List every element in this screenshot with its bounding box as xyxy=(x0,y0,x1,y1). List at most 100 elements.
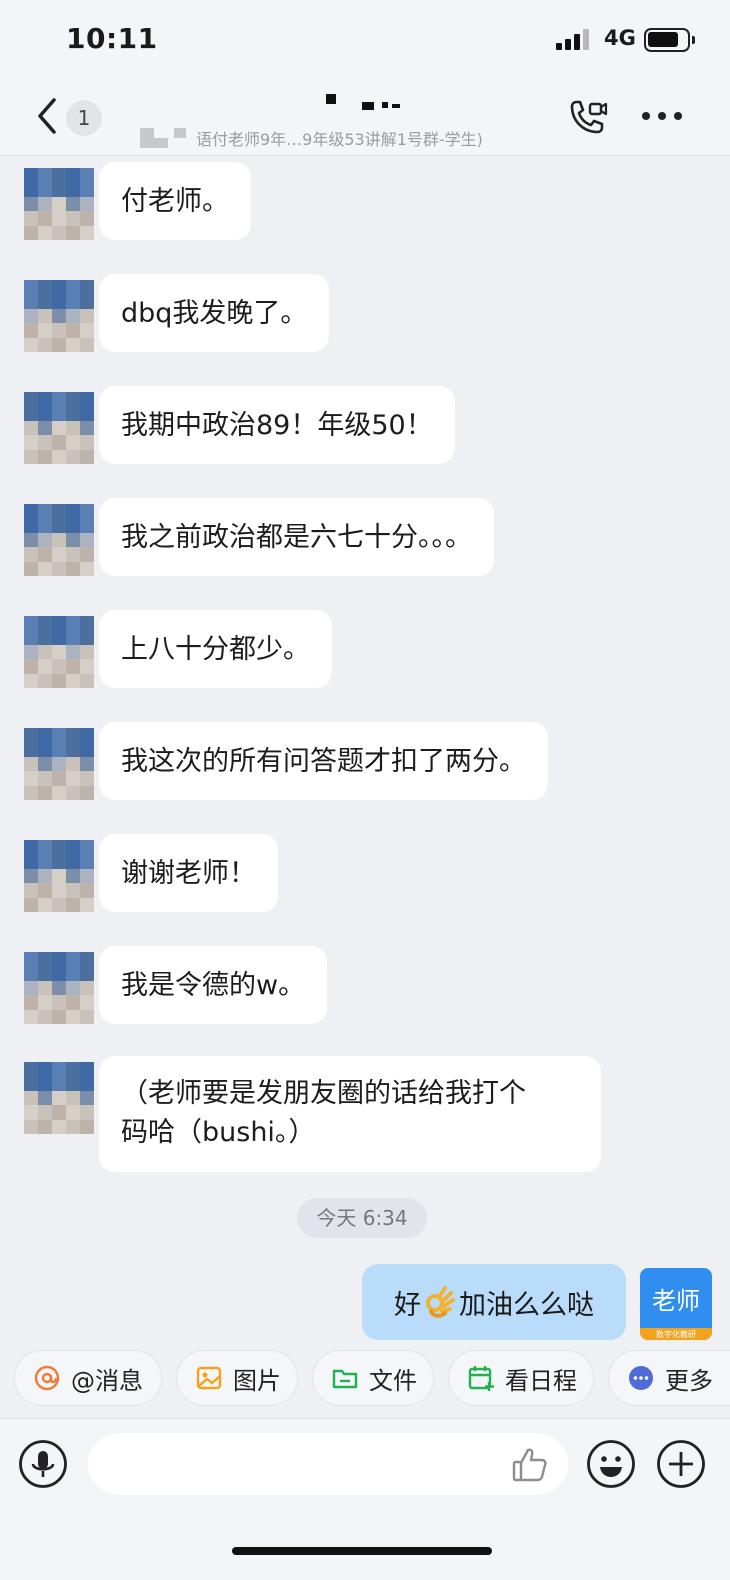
sender-avatar[interactable] xyxy=(24,392,94,464)
avatar-mosaic-tile xyxy=(24,952,38,967)
avatar-mosaic-tile xyxy=(66,337,80,352)
file-button[interactable]: 文件 xyxy=(312,1350,434,1406)
voice-button[interactable] xyxy=(18,1439,68,1489)
sender-avatar[interactable] xyxy=(24,168,94,240)
avatar-mosaic-tile xyxy=(52,659,66,674)
avatar-mosaic-tile xyxy=(80,504,94,519)
message-bubble[interactable]: 我这次的所有问答题才扣了两分。 xyxy=(99,722,548,800)
sender-avatar[interactable] xyxy=(24,280,94,352)
avatar-mosaic-tile xyxy=(24,406,38,421)
chip-label: 看日程 xyxy=(505,1366,577,1395)
image-button[interactable]: 图片 xyxy=(176,1350,298,1406)
message-input[interactable] xyxy=(88,1433,568,1495)
emoji-button[interactable] xyxy=(586,1439,636,1489)
quick-action-bar: @消息 图片 文件 看日程 更多 xyxy=(0,1346,730,1418)
avatar-mosaic-tile xyxy=(66,854,80,869)
avatar-mosaic-tile xyxy=(24,561,38,576)
at-message-button[interactable]: @消息 xyxy=(14,1350,162,1406)
my-message-bubble[interactable]: 好 加油么么哒 xyxy=(362,1264,626,1340)
more-options-button[interactable] xyxy=(642,104,684,124)
sender-avatar[interactable] xyxy=(24,952,94,1024)
message-bubble[interactable]: 我之前政治都是六七十分。。。 xyxy=(99,498,494,576)
avatar-mosaic-tile xyxy=(66,561,80,576)
sender-avatar[interactable] xyxy=(24,840,94,912)
avatar-mosaic-tile xyxy=(80,1009,94,1024)
avatar-mosaic-tile xyxy=(38,504,52,519)
avatar-mosaic-tile xyxy=(38,854,52,869)
avatar-mosaic-tile xyxy=(24,323,38,338)
avatar-mosaic-tile xyxy=(80,392,94,407)
avatar-mosaic-tile xyxy=(38,883,52,898)
avatar-mosaic-tile xyxy=(24,771,38,786)
avatar-mosaic-tile xyxy=(52,337,66,352)
avatar-mosaic-tile xyxy=(24,756,38,772)
sender-avatar[interactable] xyxy=(24,728,94,800)
avatar-mosaic-tile xyxy=(24,518,38,533)
video-call-button[interactable] xyxy=(566,98,608,140)
avatar-mosaic-tile xyxy=(52,449,66,464)
avatar-mosaic-tile xyxy=(24,294,38,309)
avatar-mosaic-tile xyxy=(38,980,52,996)
video-call-icon xyxy=(570,100,608,134)
avatar-mosaic-tile xyxy=(66,883,80,898)
avatar-mosaic-tile xyxy=(38,1090,52,1106)
avatar-mosaic-tile xyxy=(80,840,94,855)
avatar-mosaic-tile xyxy=(24,211,38,226)
avatar-mosaic-tile xyxy=(52,742,66,757)
message-bubble[interactable]: 上八十分都少。 xyxy=(99,610,332,688)
back-button[interactable] xyxy=(30,94,70,138)
avatar-mosaic-tile xyxy=(38,547,52,562)
avatar-mosaic-tile xyxy=(80,196,94,212)
avatar-mosaic-tile xyxy=(52,840,66,855)
message-bubble[interactable]: 我期中政治89！年级50！ xyxy=(99,386,455,464)
schedule-button[interactable]: 看日程 xyxy=(448,1350,594,1406)
avatar-mosaic-tile xyxy=(80,742,94,757)
my-avatar[interactable]: 老师 数字化教研 xyxy=(640,1268,712,1340)
avatar-mosaic-tile xyxy=(52,504,66,519)
sender-avatar[interactable] xyxy=(24,616,94,688)
avatar-mosaic-tile xyxy=(24,868,38,884)
message-bubble[interactable]: dbq我发晚了。 xyxy=(99,274,330,352)
avatar-mosaic-tile xyxy=(38,952,52,967)
message-list[interactable]: 付老师。 dbq我发晚了。 我期中政治89！年级50！ 我之前政治都是六七十分。… xyxy=(0,156,730,1346)
time-divider: 今天 6:34 xyxy=(297,1198,427,1238)
chip-label: 图片 xyxy=(233,1366,281,1395)
avatar-mosaic-tile xyxy=(38,294,52,309)
avatar-mosaic-tile xyxy=(66,630,80,645)
my-message-text: 加油么么哒 xyxy=(459,1289,594,1321)
avatar-mosaic-tile xyxy=(66,673,80,688)
avatar-mosaic-tile xyxy=(66,225,80,240)
avatar-mosaic-tile xyxy=(24,1076,38,1091)
avatar-mosaic-tile xyxy=(52,785,66,800)
message-bubble[interactable]: 谢谢老师！ xyxy=(99,834,278,912)
avatar-mosaic-tile xyxy=(80,168,94,183)
avatar-mosaic-tile xyxy=(80,435,94,450)
avatar-mosaic-tile xyxy=(24,1119,38,1134)
message-bubble[interactable]: 我是令德的w。 xyxy=(99,946,328,1024)
sender-avatar[interactable] xyxy=(24,504,94,576)
like-button[interactable] xyxy=(510,1445,550,1485)
avatar-mosaic-tile xyxy=(66,980,80,996)
message-bubble[interactable]: （老师要是发朋友圈的话给我打个 码哈（bushi。） xyxy=(99,1056,601,1172)
message-bubble[interactable]: 付老师。 xyxy=(99,162,251,240)
avatar-mosaic-tile xyxy=(66,756,80,772)
more-button[interactable]: 更多 xyxy=(608,1350,730,1406)
battery-icon xyxy=(644,28,695,52)
image-icon xyxy=(196,1366,222,1390)
avatar-mosaic-tile xyxy=(52,883,66,898)
avatar-mosaic-tile xyxy=(66,897,80,912)
avatar-mosaic-tile xyxy=(38,771,52,786)
avatar-mosaic-tile xyxy=(66,840,80,855)
avatar-mosaic-tile xyxy=(80,659,94,674)
sender-avatar[interactable] xyxy=(24,1062,94,1134)
add-button[interactable] xyxy=(656,1439,706,1489)
unread-count-badge[interactable]: 1 xyxy=(66,100,102,136)
avatar-mosaic-tile xyxy=(24,168,38,183)
signal-icon xyxy=(556,28,592,50)
avatar-mosaic-tile xyxy=(80,630,94,645)
avatar-mosaic-tile xyxy=(66,308,80,324)
avatar-mosaic-tile xyxy=(24,785,38,800)
status-bar: 10:11 4G xyxy=(0,0,730,80)
avatar-mosaic-tile xyxy=(80,561,94,576)
avatar-mosaic-tile xyxy=(52,673,66,688)
